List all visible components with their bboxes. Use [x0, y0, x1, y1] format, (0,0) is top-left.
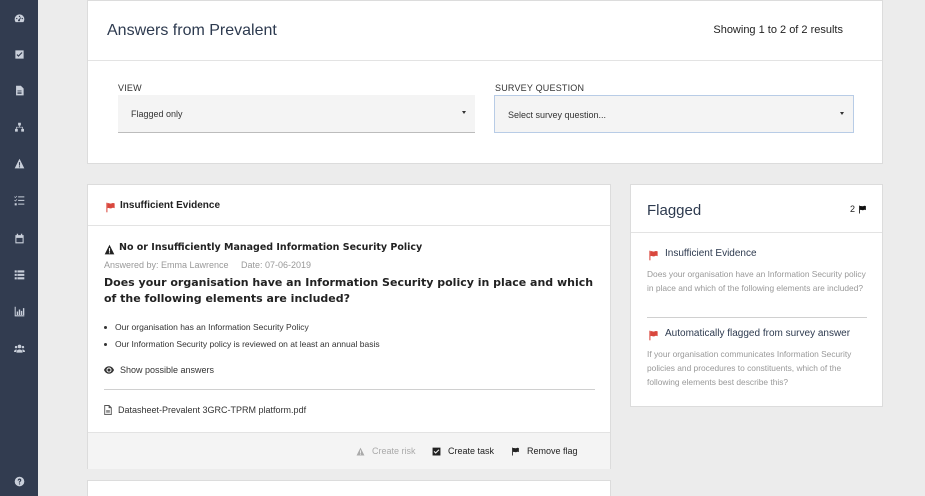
create-task-label: Create task — [448, 446, 495, 456]
answer-card-header: Insufficient Evidence — [88, 185, 610, 226]
warning-icon — [104, 242, 115, 260]
remove-flag-label: Remove flag — [527, 446, 578, 456]
survey-question-select[interactable]: Select survey question... — [494, 95, 854, 133]
attachment-name: Datasheet-Prevalent 3GRC-TPRM platform.p… — [118, 405, 307, 415]
show-answers-label: Show possible answers — [120, 365, 215, 375]
divider — [104, 389, 595, 390]
flagged-count: 2 — [850, 204, 867, 214]
divider — [647, 317, 867, 318]
view-label: VIEW — [118, 83, 142, 93]
flagged-panel: Flagged 2 Insufficient Evidence Does you… — [630, 184, 883, 407]
answer-card-footer: Create risk Create task Remove flag — [88, 432, 610, 469]
attachment-link[interactable]: Datasheet-Prevalent 3GRC-TPRM platform.p… — [104, 405, 306, 415]
remove-flag-button[interactable]: Remove flag — [511, 446, 578, 456]
view-select-value: Flagged only — [131, 109, 183, 119]
sitemap-icon[interactable] — [9, 117, 29, 137]
answer-card: Insufficient Evidence No or Insufficient… — [87, 184, 611, 469]
flagged-header: Flagged 2 — [631, 185, 882, 233]
list-icon[interactable] — [9, 264, 29, 284]
calendar-icon[interactable] — [9, 228, 29, 248]
survey-question-select-value: Select survey question... — [508, 110, 607, 120]
flag-icon — [859, 205, 866, 213]
answer-date: Date: 07-06-2019 — [241, 260, 312, 270]
flagged-title: Flagged — [647, 202, 702, 219]
view-select[interactable]: Flagged only — [118, 95, 475, 133]
warning-icon — [356, 447, 365, 455]
flagged-item-desc: If your organisation communicates Inform… — [647, 349, 852, 387]
file-icon — [104, 405, 112, 415]
flag-reason-title: Insufficient Evidence — [120, 200, 221, 211]
warning-icon[interactable] — [9, 153, 29, 173]
document-icon[interactable] — [9, 80, 29, 100]
create-risk-button[interactable]: Create risk — [356, 446, 416, 456]
show-possible-answers-link[interactable]: Show possible answers — [104, 365, 214, 375]
caret-down-icon — [840, 112, 844, 115]
filter-panel: Answers from Prevalent Showing 1 to 2 of… — [87, 0, 883, 164]
create-risk-label: Create risk — [372, 446, 416, 456]
tasklist-icon[interactable] — [9, 190, 29, 210]
chart-icon[interactable] — [9, 301, 29, 321]
caret-down-icon — [462, 111, 466, 114]
survey-question-label: SURVEY QUESTION — [495, 83, 585, 93]
red-flag-icon — [105, 200, 116, 218]
flagged-count-value: 2 — [849, 204, 855, 214]
create-task-button[interactable]: Create task — [432, 446, 494, 456]
checkbox-icon[interactable] — [9, 44, 29, 64]
eye-icon — [104, 366, 114, 374]
page-title: Answers from Prevalent — [107, 22, 277, 39]
sidebar — [0, 0, 38, 496]
flagged-item-title[interactable]: Automatically flagged from survey answer — [665, 328, 850, 339]
dashboard-icon[interactable] — [9, 8, 29, 28]
risk-title: No or Insufficiently Managed Information… — [119, 242, 423, 253]
users-icon[interactable] — [9, 338, 29, 358]
red-flag-icon — [648, 328, 659, 346]
red-flag-icon — [648, 248, 659, 266]
flag-icon — [512, 447, 519, 455]
checkbox-icon — [432, 447, 441, 455]
flagged-item-title[interactable]: Insufficient Evidence — [665, 248, 757, 259]
help-icon[interactable] — [9, 471, 29, 491]
results-count: Showing 1 to 2 of 2 results — [713, 24, 843, 36]
answer-bullet: Our organisation has an Information Secu… — [104, 322, 309, 332]
answered-by: Answered by: Emma Lawrence — [104, 260, 229, 270]
answer-card — [87, 480, 611, 496]
question-text: Does your organisation have an Informati… — [104, 276, 594, 305]
panel-header: Answers from Prevalent Showing 1 to 2 of… — [88, 1, 882, 61]
flagged-item-desc: Does your organisation have an Informati… — [647, 269, 866, 293]
answer-bullet: Our Information Security policy is revie… — [104, 339, 380, 349]
